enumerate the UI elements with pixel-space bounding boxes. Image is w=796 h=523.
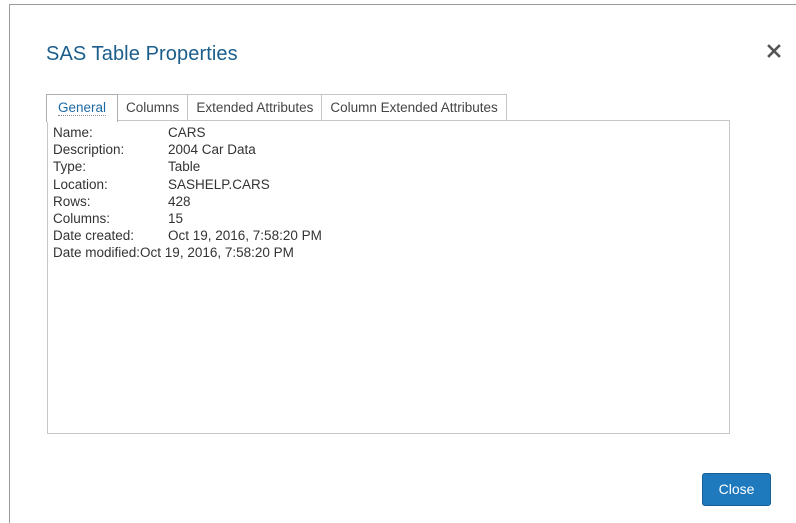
tab-extended-attributes-label: Extended Attributes	[196, 100, 314, 115]
property-value: 428	[168, 193, 191, 209]
property-label: Description:	[53, 142, 125, 158]
tab-general-label: General	[58, 100, 107, 116]
tab-column-extended-attributes[interactable]: Column Extended Attributes	[321, 94, 507, 120]
property-row-date-created: Date created: Oct 19, 2016, 7:58:20 PM	[53, 227, 322, 244]
property-value: 15	[168, 210, 184, 226]
tab-extended-attributes[interactable]: Extended Attributes	[187, 94, 323, 120]
property-label: Type:	[53, 159, 87, 175]
tab-columns[interactable]: Columns	[117, 94, 189, 120]
property-row-name: Name: CARS	[53, 124, 322, 141]
property-label: Rows:	[53, 193, 91, 209]
property-row-columns: Columns: 15	[53, 210, 322, 227]
properties-list: Name: CARS Description: 2004 Car Data Ty…	[53, 124, 322, 262]
property-value: SASHELP.CARS	[168, 176, 270, 192]
tab-general[interactable]: General	[46, 94, 119, 122]
dialog-title: SAS Table Properties	[46, 43, 238, 65]
property-label: Date modified:	[53, 245, 141, 261]
property-label: Columns:	[53, 210, 111, 226]
close-icon[interactable]	[764, 41, 786, 63]
tab-columns-label: Columns	[126, 100, 180, 115]
property-row-date-modified: Date modified: Oct 19, 2016, 7:58:20 PM	[53, 244, 322, 261]
property-row-rows: Rows: 428	[53, 193, 322, 210]
property-label: Location:	[53, 176, 108, 192]
tab-bar: General Columns Extended Attributes Colu…	[46, 94, 507, 122]
property-row-description: Description: 2004 Car Data	[53, 141, 322, 158]
close-button[interactable]: Close	[702, 473, 771, 506]
property-label: Name:	[53, 125, 93, 140]
property-value: CARS	[168, 125, 206, 140]
tab-column-extended-attributes-label: Column Extended Attributes	[330, 100, 498, 115]
property-value: Oct 19, 2016, 7:58:20 PM	[140, 245, 294, 261]
property-value: Table	[168, 159, 201, 175]
property-row-type: Type: Table	[53, 158, 322, 175]
property-value: 2004 Car Data	[168, 142, 256, 158]
property-label: Date created:	[53, 228, 135, 244]
property-value: Oct 19, 2016, 7:58:20 PM	[168, 228, 322, 244]
general-panel: Name: CARS Description: 2004 Car Data Ty…	[47, 120, 730, 434]
property-row-location: Location: SASHELP.CARS	[53, 176, 322, 193]
page: SAS Table Properties General Columns Ext…	[0, 0, 796, 523]
sas-table-properties-dialog: SAS Table Properties General Columns Ext…	[9, 4, 796, 523]
